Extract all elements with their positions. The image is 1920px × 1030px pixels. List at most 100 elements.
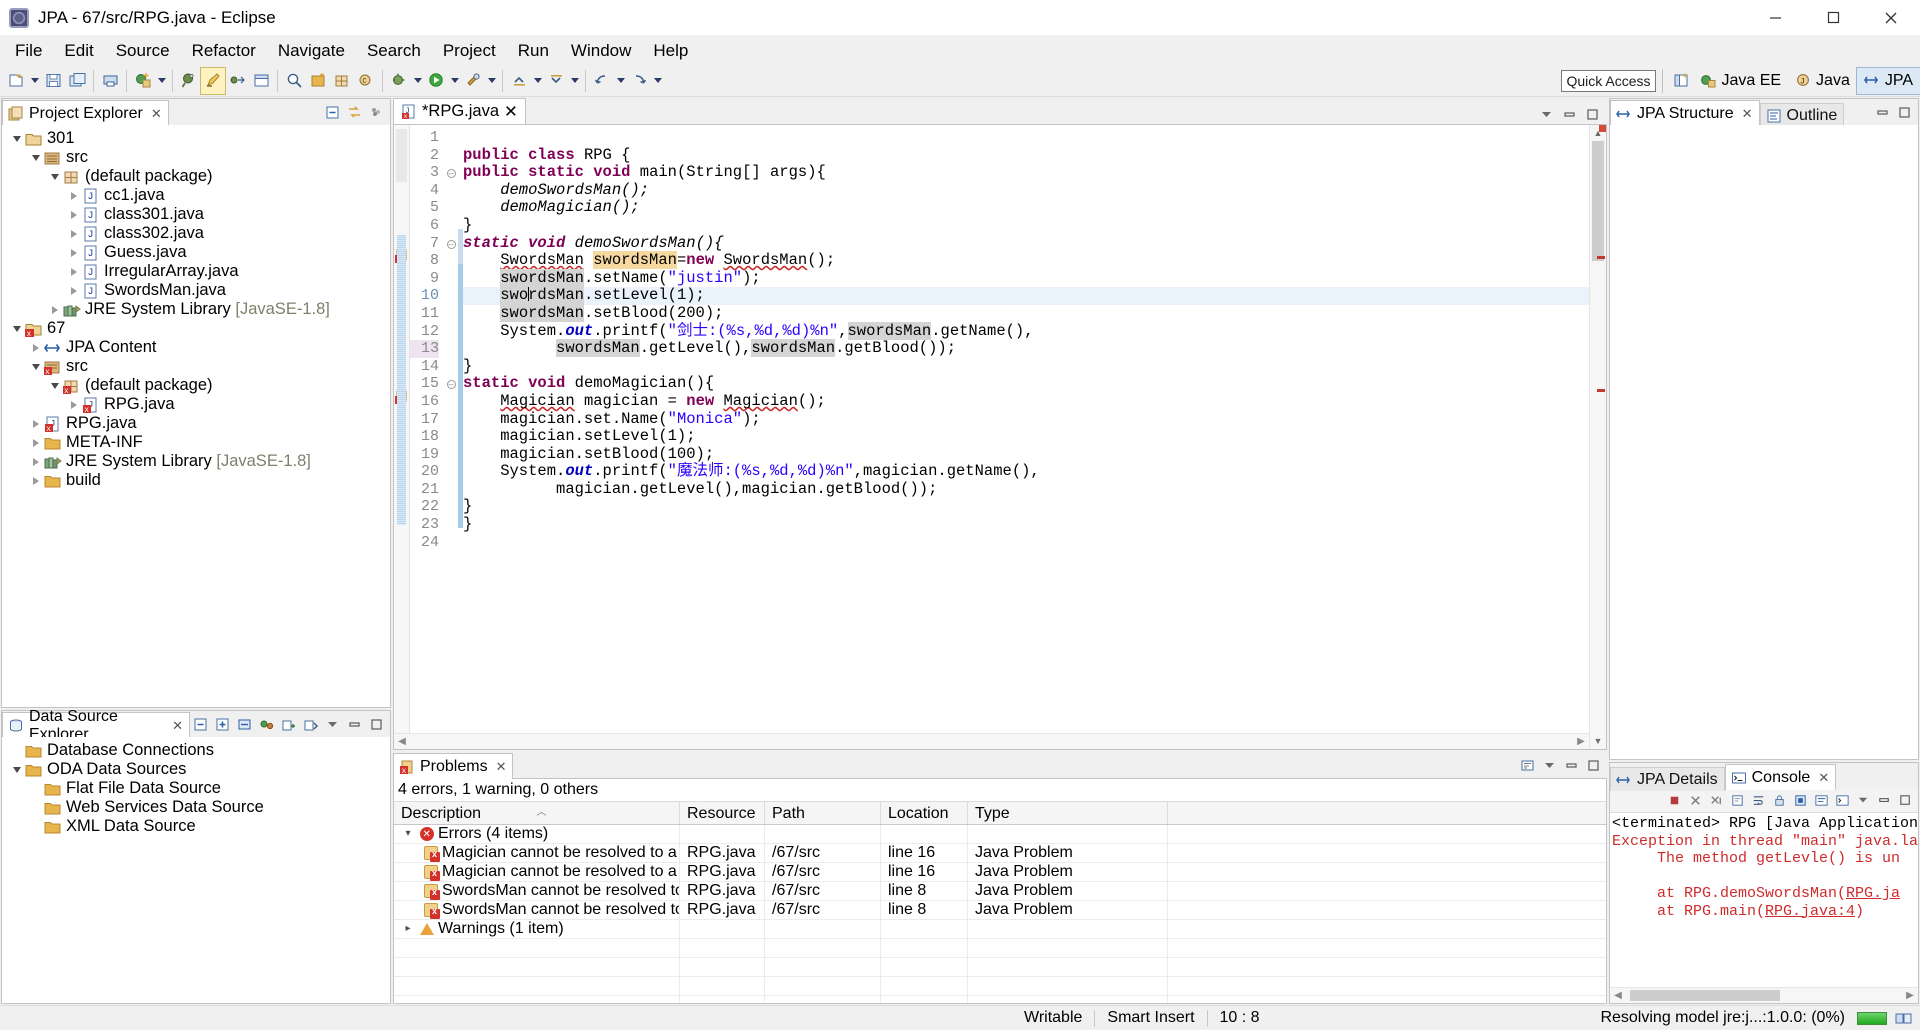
import-icon[interactable] <box>278 714 298 734</box>
back-dropdown[interactable] <box>614 68 627 94</box>
previous-annotation-dropdown[interactable] <box>531 68 544 94</box>
editor-folding-bar[interactable]: – – – <box>444 125 458 749</box>
tree-twisty-closed[interactable] <box>27 420 44 428</box>
run-dropdown[interactable] <box>448 68 461 94</box>
code-line[interactable]: static void demoMagician(){ <box>463 375 1589 393</box>
open-type-icon[interactable] <box>177 68 201 94</box>
tree-item-irregulararray-java[interactable]: J IrregularArray.java <box>2 262 390 281</box>
tree-twisty-open[interactable] <box>8 326 25 332</box>
perspective-java-ee[interactable]: Java EE <box>1693 68 1788 94</box>
editor-code[interactable]: public class RPG {public static void mai… <box>463 125 1589 749</box>
menu-item-help[interactable]: Help <box>642 38 699 64</box>
collapse-all-icon[interactable] <box>190 714 210 734</box>
new-java-project-icon[interactable] <box>306 68 330 94</box>
code-line[interactable]: static void demoSwordsMan(){ <box>463 234 1589 253</box>
view-menu-icon[interactable] <box>366 102 386 122</box>
new-wizard-icon[interactable] <box>4 68 28 94</box>
code-line[interactable]: swordsMan.getLevel(),swordsMan.getBlood(… <box>463 339 1589 358</box>
tree-item-jre-system-library[interactable]: JRE System Library [JavaSE-1.8] <box>2 452 390 471</box>
code-line[interactable]: SwordsMan swordsMan=new SwordsMan(); <box>463 251 1589 270</box>
problems-group-row[interactable]: ▸ Warnings (1 item) <box>394 919 1606 939</box>
clear-console-icon[interactable] <box>1728 791 1747 810</box>
perspective-java[interactable]: J Java <box>1788 68 1857 94</box>
new-class-icon[interactable]: C <box>354 68 378 94</box>
menu-item-file[interactable]: File <box>4 38 53 64</box>
menu-item-edit[interactable]: Edit <box>53 38 104 64</box>
code-line[interactable]: swordsMan.setLevel(1); <box>463 286 1589 305</box>
tree-item-swordsman-java[interactable]: J SwordsMan.java <box>2 281 390 300</box>
close-icon[interactable]: ✕ <box>504 102 518 122</box>
ds-tree-item-flat-file-data-source[interactable]: Flat File Data Source <box>2 779 390 798</box>
external-tools-dropdown[interactable] <box>485 68 498 94</box>
pin-console-icon[interactable] <box>1791 791 1810 810</box>
tab-project-explorer[interactable]: Project Explorer ✕ <box>2 100 169 126</box>
expand-all-icon[interactable] <box>212 714 232 734</box>
tree-item-src[interactable]: x src <box>2 357 390 377</box>
code-line[interactable]: swordsMan.setBlood(200); <box>463 303 1589 323</box>
export-icon[interactable] <box>300 714 320 734</box>
tree-twisty-open[interactable] <box>46 383 63 389</box>
tree-twisty-open[interactable] <box>27 364 44 370</box>
remove-all-terminated-icon[interactable] <box>1707 791 1726 810</box>
menu-item-run[interactable]: Run <box>507 38 560 64</box>
problems-column-header[interactable]: Description ︿ <box>394 802 680 824</box>
code-line[interactable]: Magician magician = new Magician(); <box>463 392 1589 411</box>
tree-item-rpg-java[interactable]: JxRPG.java <box>2 395 390 415</box>
tab-data-source-explorer[interactable]: Data Source Explorer ✕ <box>2 708 190 743</box>
quick-access-input[interactable]: Quick Access <box>1561 69 1657 92</box>
scroll-lock-icon[interactable] <box>1770 791 1789 810</box>
next-annotation-dropdown[interactable] <box>568 68 581 94</box>
view-menu-icon[interactable] <box>1539 755 1559 775</box>
menu-item-project[interactable]: Project <box>432 38 507 64</box>
menu-item-search[interactable]: Search <box>356 38 432 64</box>
code-line[interactable]: } <box>463 357 1589 376</box>
tree-item-class301-java[interactable]: Jclass301.java <box>2 205 390 224</box>
editor-marker-bar[interactable]: xx <box>394 125 410 749</box>
code-line[interactable]: magician.setBlood(100); <box>463 445 1589 464</box>
stack-trace-link[interactable]: RPG.ja <box>1846 885 1900 902</box>
tree-twisty-open[interactable] <box>27 155 44 161</box>
scroll-track[interactable] <box>1590 141 1606 733</box>
problems-column-header[interactable]: Type <box>968 802 1168 824</box>
tab-outline[interactable]: Outline <box>1759 103 1845 127</box>
view-menu-icon[interactable] <box>322 714 342 734</box>
word-wrap-icon[interactable] <box>1749 791 1768 810</box>
tree-item-rpg-java[interactable]: JxRPG.java <box>2 414 390 434</box>
open-console-icon[interactable] <box>1833 791 1852 810</box>
tree-twisty-closed[interactable] <box>65 211 82 219</box>
terminate-icon[interactable] <box>1665 791 1684 810</box>
new-jpa-entity-icon[interactable] <box>131 68 155 94</box>
run-icon[interactable] <box>424 68 448 94</box>
maximize-icon[interactable] <box>1583 755 1603 775</box>
tree-item-default-package[interactable]: x (default package) <box>2 376 390 396</box>
open-perspective-icon[interactable] <box>1669 68 1693 94</box>
code-line[interactable] <box>463 129 1589 147</box>
fold-collapse-icon[interactable]: – <box>444 235 458 253</box>
project-explorer-body[interactable]: 301 src (default package) Jcc1.java Jclass30… <box>2 125 390 707</box>
tree-twisty-closed[interactable] <box>27 458 44 466</box>
print-icon[interactable] <box>98 68 122 94</box>
hscroll-track[interactable] <box>1626 990 1902 1001</box>
ds-tree-item-oda-data-sources[interactable]: ODA Data Sources <box>2 760 390 779</box>
problems-group-row[interactable]: ▾ Errors (4 items) <box>394 825 1606 844</box>
console-output[interactable]: <terminated> RPG [Java Application] C:\P… <box>1610 813 1918 920</box>
tree-item-default-package[interactable]: (default package) <box>2 167 390 186</box>
maximize-icon[interactable] <box>1896 791 1915 810</box>
menu-item-refactor[interactable]: Refactor <box>181 38 267 64</box>
problems-row[interactable]: SwordsMan cannot be resolved to a typ RPG… <box>394 881 1606 901</box>
code-line[interactable]: } <box>463 216 1589 235</box>
tab-jpa-structure[interactable]: JPA Structure ✕ <box>1610 100 1760 126</box>
tree-twisty-closed[interactable] <box>27 439 44 447</box>
ds-tree-item-xml-data-source[interactable]: XML Data Source <box>2 817 390 836</box>
tab-rpg-java[interactable]: Jx *RPG.java ✕ <box>393 98 526 124</box>
tree-item-build[interactable]: build <box>2 471 390 490</box>
tree-item-meta-inf[interactable]: META-INF <box>2 433 390 452</box>
code-line[interactable]: System.out.printf("剑士:(%s,%d,%d)%n",swor… <box>463 321 1589 341</box>
tree-item-67[interactable]: x 67 <box>2 319 390 339</box>
collapse-all-icon[interactable] <box>322 102 342 122</box>
scroll-right-icon[interactable]: ▶ <box>1573 736 1589 747</box>
data-source-explorer-body[interactable]: Database Connections ODA Data Sources Flat… <box>2 737 390 1003</box>
close-icon[interactable]: ✕ <box>496 759 507 775</box>
console-output-body[interactable]: <terminated> RPG [Java Application] C:\P… <box>1610 813 1918 1003</box>
tree-twisty-closed[interactable] <box>65 192 82 200</box>
